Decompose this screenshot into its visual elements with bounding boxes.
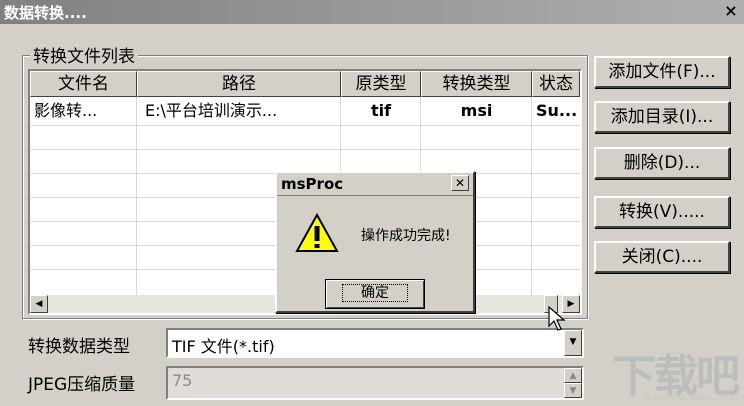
scroll-left-icon[interactable]: ◀ [30, 295, 48, 313]
delete-button[interactable]: 删除(D)... [594, 147, 730, 179]
dialog-title: msProc [281, 175, 344, 193]
cell-dst-type: msi [460, 101, 493, 120]
column-header-src-type[interactable]: 原类型 [341, 71, 421, 97]
cell-status: Su... [536, 101, 578, 120]
window-titlebar: 数据转换.... × [0, 0, 744, 24]
convert-button[interactable]: 转换(V)..... [594, 196, 730, 228]
cell-name: 影像转... [34, 101, 98, 120]
message-dialog: msProc ✕ 操作成功完成! 确定 [275, 171, 475, 313]
cell-path: E:\平台培训演示... [145, 101, 278, 120]
close-button[interactable]: 关闭(C).... [594, 241, 730, 273]
file-list-header: 文件名 路径 原类型 转换类型 状态 [30, 71, 580, 97]
ok-button-label: 确定 [342, 284, 408, 302]
window-close-icon[interactable]: × [722, 1, 740, 21]
table-row[interactable]: 影像转... E:\平台培训演示... tif msi Su... [30, 97, 580, 125]
warning-icon [295, 213, 339, 252]
column-header-path[interactable]: 路径 [137, 71, 341, 97]
column-header-dst-type[interactable]: 转换类型 [421, 71, 532, 97]
column-header-name[interactable]: 文件名 [30, 71, 137, 97]
add-file-button[interactable]: 添加文件(F)... [594, 56, 730, 88]
window-title: 数据转换.... [4, 4, 87, 22]
mouse-cursor-icon [548, 306, 566, 331]
column-header-status[interactable]: 状态 [532, 71, 580, 97]
dialog-message: 操作成功完成! [361, 228, 451, 244]
add-directory-button[interactable]: 添加目录(I)... [594, 101, 730, 133]
cell-src-type: tif [370, 101, 392, 120]
jpeg-quality-label: JPEG压缩质量 [28, 375, 136, 395]
stepper-up-icon[interactable]: ▲ [564, 368, 582, 383]
ok-button[interactable]: 确定 [325, 279, 425, 309]
data-type-select[interactable]: TIF 文件(*.tif) ▼ [166, 328, 584, 358]
data-type-value: TIF 文件(*.tif) [172, 337, 275, 356]
jpeg-quality-stepper[interactable]: 75 ▲ ▼ [166, 366, 584, 400]
watermark-url: www.xiazaiba.com [643, 392, 736, 403]
data-type-label: 转换数据类型 [28, 337, 130, 357]
dialog-titlebar: msProc ✕ [277, 173, 473, 196]
jpeg-quality-value: 75 [172, 371, 193, 390]
file-list-group-label: 转换文件列表 [30, 42, 138, 67]
stepper-down-icon[interactable]: ▼ [564, 383, 582, 398]
dialog-close-icon[interactable]: ✕ [451, 175, 469, 191]
chevron-down-icon[interactable]: ▼ [564, 330, 582, 356]
